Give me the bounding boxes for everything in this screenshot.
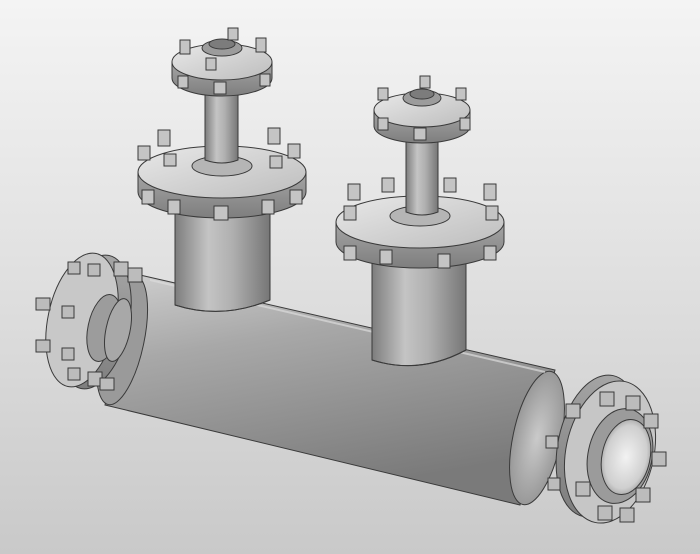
right-top-flange[interactable] [373,75,471,144]
left-top-flange[interactable] [171,27,273,97]
right-branch-nozzle[interactable] [371,254,467,367]
assembly-model [35,27,667,524]
cad-viewport[interactable] [0,0,700,554]
right-stub-pipe [405,139,439,216]
main-pipe[interactable] [87,271,575,510]
left-stub-pipe [204,91,239,164]
